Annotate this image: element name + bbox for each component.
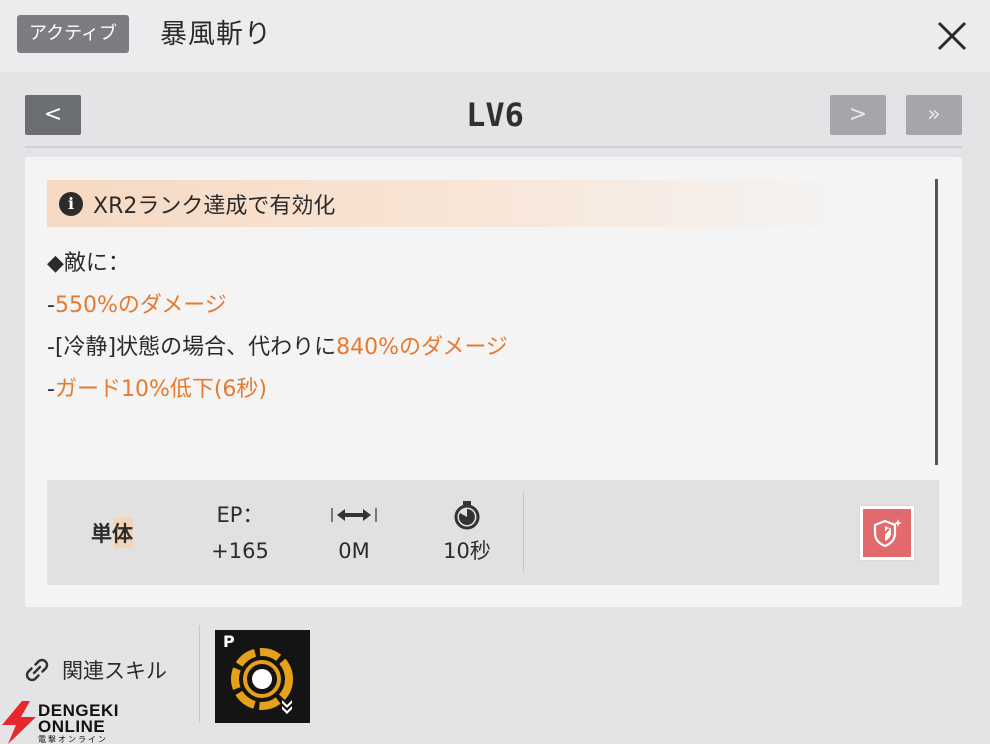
shield-break-button[interactable] bbox=[860, 506, 914, 560]
info-icon: i bbox=[59, 191, 83, 216]
effect-line: -550%のダメージ bbox=[47, 293, 227, 318]
header-bar: アクティブ 暴風斬り bbox=[0, 0, 990, 72]
related-divider bbox=[199, 625, 200, 723]
close-icon bbox=[937, 21, 967, 51]
target-type: 単体 bbox=[91, 518, 133, 548]
range-icon bbox=[331, 508, 377, 522]
lightning-logo-icon bbox=[2, 701, 36, 744]
dengeki-online-logo: DENGEKI ONLINE 電撃オンライン bbox=[2, 701, 132, 744]
ep-value: +165 bbox=[211, 539, 269, 563]
unlock-notice-text: XR2ランク達成で有効化 bbox=[93, 193, 336, 219]
prev-level-button[interactable]: < bbox=[25, 95, 81, 135]
cooldown-value: 10秒 bbox=[443, 539, 491, 563]
skill-title: 暴風斬り bbox=[160, 19, 272, 50]
related-skills-label: 関連スキル bbox=[62, 659, 167, 683]
effect-line: -ガード10%低下(6秒) bbox=[47, 377, 268, 402]
range-value: 0M bbox=[338, 539, 370, 563]
stopwatch-icon bbox=[454, 501, 480, 530]
passive-letter: P bbox=[223, 632, 235, 651]
level-label: LV6 bbox=[466, 96, 524, 134]
effect-list: ◆敵に： -550%のダメージ -[冷静]状態の場合、代わりに840%のダメージ… bbox=[47, 243, 508, 411]
scrollbar[interactable] bbox=[935, 179, 938, 465]
cooldown-stat: 10秒 bbox=[427, 498, 507, 570]
ep-stat: EP： +165 bbox=[195, 498, 285, 570]
stats-divider bbox=[523, 492, 524, 572]
effect-line: -[冷静]状態の場合、代わりに840%のダメージ bbox=[47, 335, 508, 360]
passive-skill-icon[interactable]: P bbox=[215, 630, 310, 723]
close-button[interactable] bbox=[932, 16, 972, 56]
skill-type-badge: アクティブ bbox=[17, 15, 130, 53]
max-level-button[interactable]: » bbox=[906, 95, 962, 135]
range-stat: 0M bbox=[319, 498, 389, 570]
next-level-button[interactable]: > bbox=[830, 95, 886, 135]
effect-heading: ◆敵に： bbox=[47, 251, 130, 276]
divider bbox=[25, 146, 962, 148]
skill-stats: 単体 EP： +165 0M 10秒 bbox=[47, 480, 939, 585]
link-icon bbox=[25, 658, 49, 682]
related-skills: 関連スキル bbox=[22, 655, 167, 685]
skill-detail-panel: i XR2ランク達成で有効化 ◆敵に： -550%のダメージ -[冷静]状態の場… bbox=[25, 157, 962, 607]
shield-icon bbox=[873, 519, 902, 548]
ep-label: EP： bbox=[216, 503, 264, 527]
unlock-notice: i XR2ランク達成で有効化 bbox=[47, 180, 857, 227]
